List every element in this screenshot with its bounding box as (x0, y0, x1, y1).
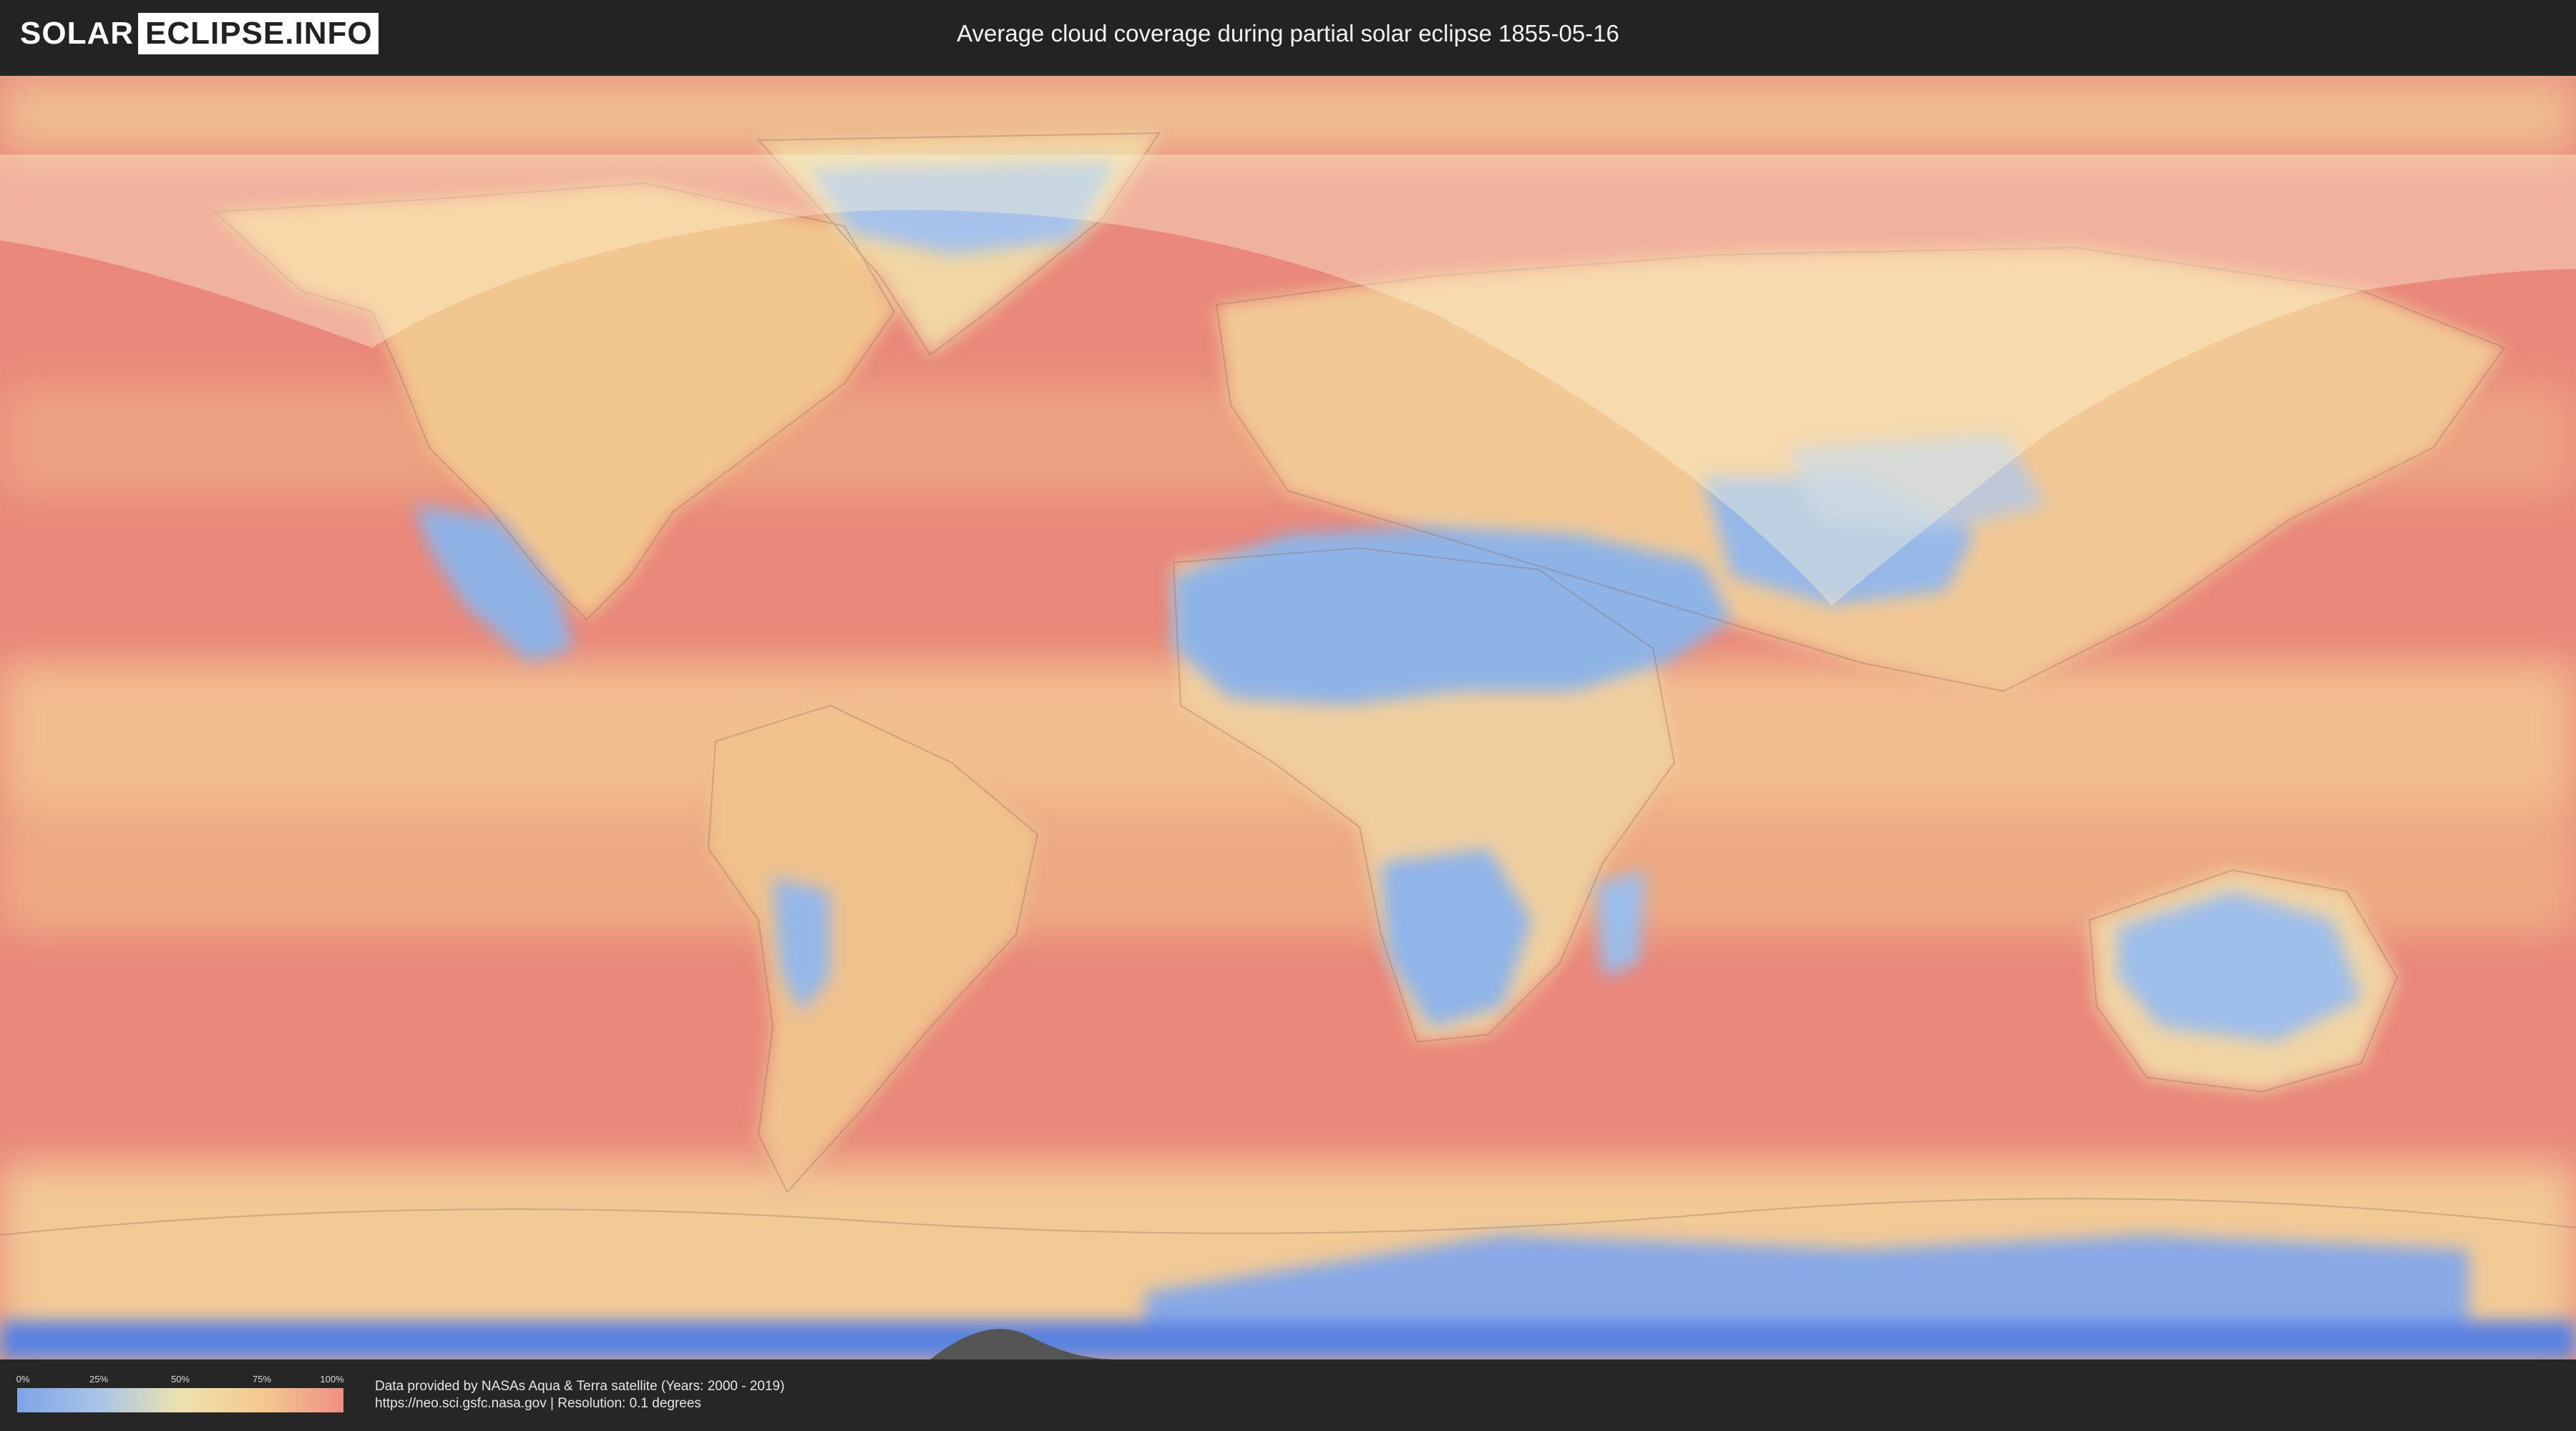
page-title: Average cloud coverage during partial so… (957, 20, 1619, 47)
cloud-coverage-map[interactable] (0, 76, 2576, 1359)
credit-link[interactable]: https://neo.sci.gsfc.nasa.gov | Resoluti… (375, 1395, 784, 1412)
header-bar: SOLAR ECLIPSE.INFO Average cloud coverag… (0, 0, 2576, 72)
data-credits: Data provided by NASAs Aqua & Terra sate… (375, 1378, 784, 1412)
legend-tick-75: 75% (252, 1374, 272, 1384)
legend-tick-50: 50% (170, 1374, 190, 1384)
legend-color-bar (17, 1388, 343, 1412)
app: SOLAR ECLIPSE.INFO Average cloud coverag… (0, 0, 2576, 1431)
legend-tick-25: 25% (89, 1374, 109, 1384)
legend-tick-0: 0% (16, 1374, 30, 1384)
legend-tick-100: 100% (320, 1374, 344, 1384)
footer-bar: 0% 25% 50% 75% 100% Data provided by NAS… (0, 1359, 2576, 1431)
credit-source: Data provided by NASAs Aqua & Terra sate… (375, 1379, 785, 1394)
world-map-svg (0, 76, 2576, 1359)
cloud-coverage-legend: 0% 25% 50% 75% 100% (16, 1374, 344, 1417)
